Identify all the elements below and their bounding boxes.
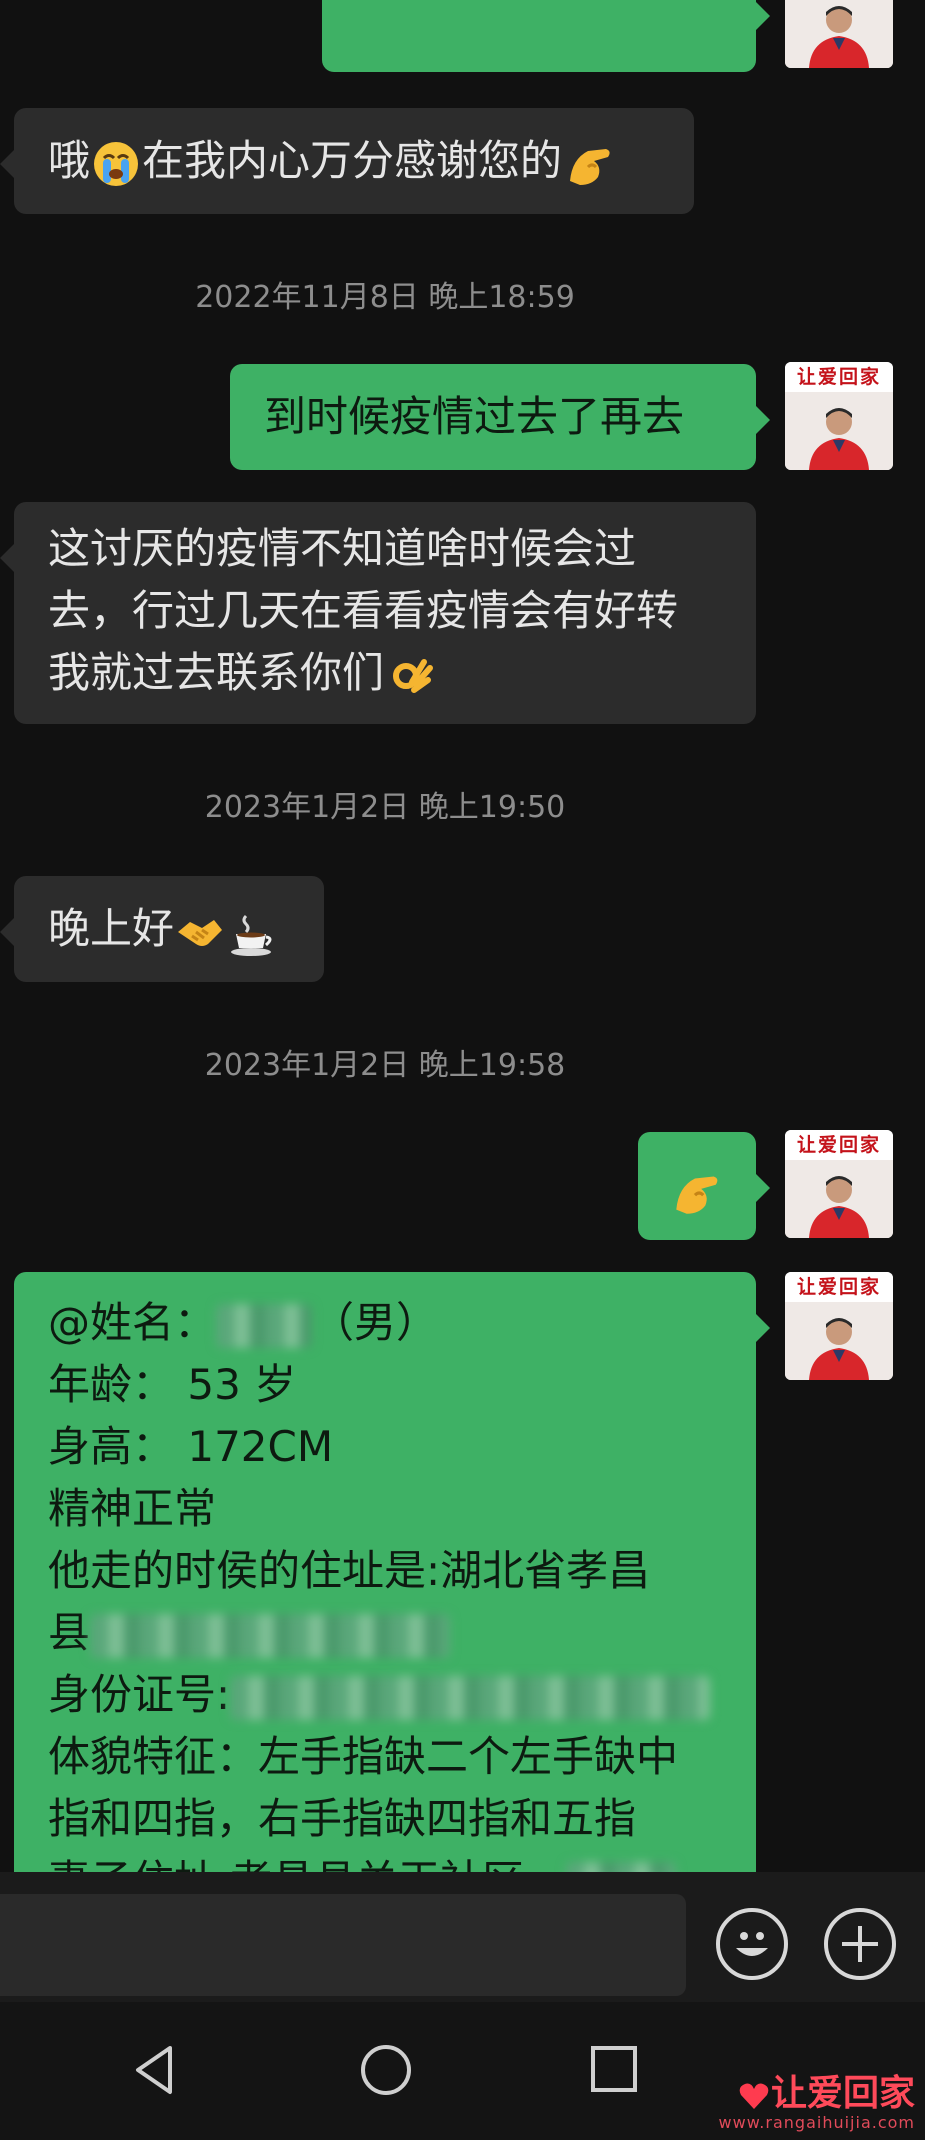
heart-icon [739,2083,769,2109]
coffee-cup-emoji [231,914,272,956]
system-nav-bar: 让爱回家 www.rangaihuijia.com [0,2002,925,2140]
plus-button[interactable] [824,1908,896,1980]
message-bubble-partial[interactable] [322,0,770,72]
info-features-cont: 指和四指，右手指缺四指和五指 [48,1794,637,1843]
info-mental: 精神正常 [48,1484,217,1533]
crying-face-emoji [94,141,139,186]
avatar-person-icon [785,392,893,470]
chat-input-bar [0,1872,925,2002]
avatar-person-icon [785,1302,893,1380]
gender: （男） [312,1298,439,1347]
message-line: 去，行过几天在看看疫情会有好转 [48,586,679,635]
home-icon[interactable] [358,2042,414,2098]
info-address: 他走的时侯的住址是:湖北省孝昌 [48,1546,651,1595]
ok-hand-emoji [676,1175,718,1214]
emoji-button[interactable] [716,1908,788,1980]
message-line: 这讨厌的疫情不知道啥时候会过 [48,524,637,573]
avatar[interactable]: 让爱回家 [785,0,893,68]
watermark-text: 让爱回家 [770,2072,915,2114]
info-spouse: 妻子住址:孝昌县关王社区， [48,1850,722,1872]
message-bubble-outgoing[interactable]: 到时候疫情过去了再去 [230,364,770,470]
message-text: 哦 [48,136,91,185]
name-label: @姓名： [48,1298,217,1347]
recents-icon[interactable] [588,2042,640,2098]
redacted-name [216,1303,313,1348]
info-age: 年龄： 53 岁 [48,1360,297,1409]
chat-area[interactable]: 让爱回家 哦 在我内心万分感谢您的 2022年11月8日 晚上18:59 到时候疫… [0,0,925,1872]
timestamp: 2022年11月8日 晚上18:59 [195,280,575,315]
watermark-url: www.rangaihuijia.com [718,2113,915,2132]
avatar-person-icon [785,1160,893,1238]
avatar-banner: 让爱回家 [785,362,893,392]
watermark-name: 让爱回家 [719,2073,915,2113]
handshake-emoji [178,919,223,946]
address-text: 县 [48,1608,91,1657]
message-text: 在我内心万分感谢您的 [142,136,563,185]
message-bubble-incoming[interactable]: 哦 在我内心万分感谢您的 [0,108,694,214]
message-bubble-outgoing[interactable] [638,1132,770,1240]
timestamp: 2023年1月2日 晚上19:58 [204,1048,566,1083]
avatar[interactable]: 让爱回家 [785,362,893,470]
message-bubble-incoming[interactable]: 这讨厌的疫情不知道啥时候会过 去，行过几天在看看疫情会有好转 我就过去联系你们 [0,502,756,724]
message-text: 到时候疫情过去了再去 [264,392,685,441]
back-icon[interactable] [128,2042,180,2098]
message-input[interactable] [0,1894,686,1996]
info-name-line: @姓名： （男） [48,1292,722,1354]
message-bubble-outgoing-info[interactable]: @姓名： （男） 年龄： 53 岁 身高： 172CM 精神正常 他走的时侯的住址… [14,1272,770,1872]
redacted-id [230,1675,711,1720]
redacted-address [90,1613,451,1658]
info-features: 体貌特征：左手指缺二个左手缺中 [48,1732,679,1781]
timestamp: 2023年1月2日 晚上19:50 [204,790,566,825]
id-label: 身份证号: [48,1670,231,1719]
emoji-icon [736,1932,768,1956]
info-id: 身份证号: [48,1664,722,1726]
info-height: 身高： 172CM [48,1422,334,1471]
message-text: 我就过去联系你们 [48,648,385,697]
watermark-logo: 让爱回家 www.rangaihuijia.com [719,2073,915,2132]
message-text: 晚上好 [48,904,175,953]
info-address-cont: 县 [48,1602,722,1664]
spouse-text: 妻子住址:孝昌县关王社区， [48,1856,566,1872]
plus-icon [842,1926,878,1962]
avatar-person-icon [785,0,893,68]
ok-gesture-emoji [393,658,434,693]
avatar-banner: 让爱回家 [785,1130,893,1160]
ok-hand-emoji [570,148,610,185]
avatar-banner: 让爱回家 [785,1272,893,1302]
message-line-with-emoji: 我就过去联系你们 [48,642,722,704]
redacted-spouse [566,1861,677,1872]
message-bubble-incoming[interactable]: 晚上好 [0,876,324,982]
avatar[interactable]: 让爱回家 [785,1272,893,1380]
avatar[interactable]: 让爱回家 [785,1130,893,1238]
